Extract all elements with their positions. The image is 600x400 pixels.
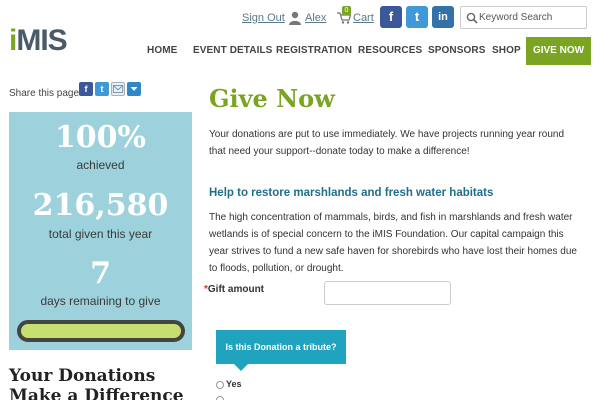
nav-event-details[interactable]: EVENT DETAILS bbox=[193, 45, 272, 56]
donation-stats-panel: 100% achieved 216,580 total given this y… bbox=[9, 112, 192, 350]
tribute-question-text: Is this Donation a tribute? bbox=[225, 342, 337, 352]
nav-resources[interactable]: RESOURCES bbox=[358, 45, 422, 56]
days-remaining-value: 7 bbox=[90, 256, 111, 291]
percent-achieved-value: 100% bbox=[54, 120, 147, 155]
search-input[interactable] bbox=[479, 9, 584, 26]
gift-amount-label: *Gift amount bbox=[204, 284, 264, 295]
nav-shop[interactable]: SHOP bbox=[492, 45, 521, 56]
gift-amount-label-text: Gift amount bbox=[207, 284, 265, 295]
nav-registration[interactable]: REGISTRATION bbox=[276, 45, 352, 56]
progress-bar-fill bbox=[21, 324, 181, 338]
callout-arrow bbox=[234, 364, 248, 371]
share-twitter-icon[interactable]: t bbox=[95, 82, 109, 96]
days-remaining-label: days remaining to give bbox=[40, 294, 161, 308]
nav-sponsors[interactable]: SPONSORS bbox=[428, 45, 485, 56]
intro-text: Your donations are put to use immediatel… bbox=[209, 129, 565, 157]
sidebar-heading: Your Donations Make a Difference bbox=[9, 366, 184, 400]
nav-give-now-button[interactable]: GIVE NOW bbox=[526, 37, 591, 65]
user-name-link[interactable]: Alex bbox=[305, 12, 326, 24]
nav-home[interactable]: HOME bbox=[147, 45, 177, 56]
cart-link[interactable]: Cart bbox=[353, 12, 374, 24]
utility-bar: Sign Out Alex 0 Cart f t in bbox=[0, 6, 600, 32]
sidebar-heading-line1: Your Donations bbox=[9, 366, 156, 386]
search-icon[interactable] bbox=[466, 12, 478, 24]
user-icon bbox=[289, 11, 301, 25]
tribute-no-radio[interactable] bbox=[216, 396, 224, 400]
share-email-icon[interactable] bbox=[111, 82, 125, 96]
facebook-icon[interactable]: f bbox=[380, 6, 402, 28]
tribute-yes-label: Yes bbox=[226, 379, 242, 389]
page-title: Give Now bbox=[209, 84, 335, 113]
total-given-value: 216,580 bbox=[32, 188, 169, 223]
share-facebook-icon[interactable]: f bbox=[79, 82, 93, 96]
gift-amount-input[interactable] bbox=[324, 281, 451, 305]
sidebar-heading-line2: Make a Difference bbox=[9, 386, 184, 400]
section-heading: Help to restore marshlands and fresh wat… bbox=[209, 187, 494, 199]
sign-out-link[interactable]: Sign Out bbox=[242, 12, 285, 24]
search-box bbox=[460, 6, 587, 29]
total-given-label: total given this year bbox=[48, 227, 153, 241]
share-label: Share this page bbox=[9, 88, 80, 99]
section-body: The high concentration of mammals, birds… bbox=[209, 212, 577, 274]
share-more-icon[interactable] bbox=[127, 82, 141, 96]
progress-bar bbox=[17, 320, 185, 342]
tribute-question-callout: Is this Donation a tribute? bbox=[216, 330, 346, 371]
main-nav: HOME EVENT DETAILS REGISTRATION RESOURCE… bbox=[0, 37, 600, 65]
linkedin-icon[interactable]: in bbox=[432, 6, 454, 28]
twitter-icon[interactable]: t bbox=[406, 6, 428, 28]
cart-count-badge: 0 bbox=[342, 6, 351, 15]
percent-achieved-label: achieved bbox=[76, 158, 125, 172]
tribute-yes-radio[interactable] bbox=[216, 381, 224, 389]
